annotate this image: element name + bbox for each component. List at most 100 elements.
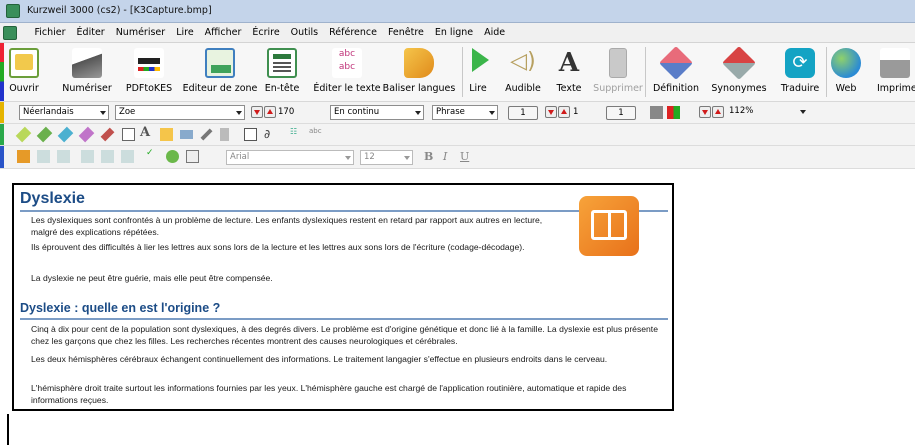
- menu-edit[interactable]: Éditer: [71, 26, 110, 40]
- spellcheck-icon[interactable]: ✓: [146, 148, 159, 161]
- highlighter-yellow-icon[interactable]: [15, 126, 32, 143]
- text-note-icon[interactable]: A: [140, 126, 153, 140]
- font-size-select[interactable]: 12: [360, 150, 413, 165]
- reading-mode-select[interactable]: En continu: [330, 105, 424, 120]
- step-increase[interactable]: [558, 106, 570, 118]
- reading-unit-select[interactable]: Phrase: [432, 105, 498, 120]
- speed-increase[interactable]: [264, 106, 276, 118]
- paragraph-2: Ils éprouvent des difficultés à lier les…: [31, 242, 525, 252]
- open-button[interactable]: Ouvrir: [6, 43, 42, 101]
- highlight-toolbar: A ∂ ☷ abc: [0, 124, 915, 146]
- speed-decrease[interactable]: [251, 106, 263, 118]
- heading-dyslexie: Dyslexie: [20, 190, 85, 207]
- menu-online[interactable]: En ligne: [429, 26, 478, 40]
- highlighter-blue-icon[interactable]: [57, 126, 74, 143]
- toolbar-grip: [0, 146, 4, 168]
- edit-text-icon: abc abc: [332, 48, 362, 78]
- word-prediction-icon[interactable]: [17, 150, 30, 163]
- synonyms-book-icon: [722, 46, 756, 80]
- column-notes-icon[interactable]: ☷: [290, 128, 303, 141]
- read-button[interactable]: Lire: [466, 43, 490, 101]
- word-list-icon[interactable]: [186, 150, 199, 163]
- definition-button[interactable]: Définition: [649, 43, 703, 101]
- bubble-note-icon[interactable]: [180, 130, 193, 139]
- synonyms-button[interactable]: Synonymes: [711, 43, 767, 101]
- link-icon[interactable]: ∂: [264, 128, 277, 141]
- underline-button[interactable]: U: [460, 150, 469, 163]
- window-title: Kurzweil 3000 (cs2) - [K3Capture.bmp]: [27, 5, 212, 16]
- language-select[interactable]: Néerlandais: [19, 105, 109, 120]
- paragraph-1: Les dyslexiques sont confrontés à un pro…: [31, 215, 543, 237]
- page-edge: [7, 414, 9, 445]
- extract-icon[interactable]: abc: [309, 128, 322, 141]
- italic-button[interactable]: I: [443, 150, 447, 163]
- audible-button[interactable]: ◁) Audible: [503, 43, 543, 101]
- menu-view[interactable]: Afficher: [199, 26, 247, 40]
- zone-editor-button[interactable]: Editeur de zone: [183, 43, 257, 101]
- scan-button[interactable]: Numériser: [62, 43, 112, 101]
- menu-window[interactable]: Fenêtre: [382, 26, 429, 40]
- grid-icon[interactable]: [650, 106, 663, 119]
- highlighter-pink-icon[interactable]: [78, 126, 95, 143]
- print-button[interactable]: Imprime: [874, 43, 915, 101]
- header-icon: [267, 48, 297, 78]
- pen-icon[interactable]: [200, 128, 213, 141]
- eraser-icon[interactable]: [100, 127, 115, 142]
- toolbar-grip: [0, 43, 4, 101]
- header-button[interactable]: En-tête: [264, 43, 300, 101]
- app-icon: [6, 4, 20, 18]
- translate-icon: ⟳: [785, 48, 815, 78]
- delete-button: Supprimer: [593, 43, 643, 101]
- toolbar-separator: [462, 47, 463, 97]
- bold-button[interactable]: B: [424, 150, 433, 163]
- zone-editor-icon: [205, 48, 235, 78]
- menu-write[interactable]: Écrire: [247, 26, 285, 40]
- step-decrease[interactable]: [545, 106, 557, 118]
- sticky-note-icon[interactable]: [160, 128, 173, 141]
- notebook-icon[interactable]: [244, 128, 257, 141]
- zoom-select[interactable]: 112%: [726, 105, 808, 120]
- menu-reference[interactable]: Référence: [324, 26, 383, 40]
- open-icon: [9, 48, 39, 78]
- draft-icon: [57, 150, 70, 163]
- menu-read[interactable]: Lire: [171, 26, 199, 40]
- font-select[interactable]: Arial: [226, 150, 354, 165]
- document-page[interactable]: Dyslexie Les dyslexiques sont confrontés…: [12, 183, 674, 411]
- language-tags-button[interactable]: Baliser langues: [383, 43, 455, 101]
- text-button[interactable]: A Texte: [554, 43, 584, 101]
- web-button[interactable]: Web: [831, 43, 861, 101]
- voice-select[interactable]: Zoe: [115, 105, 245, 120]
- list-view-icon: [121, 150, 134, 163]
- paragraph-4: Cinq à dix pour cent de la population so…: [31, 324, 658, 346]
- heading-rule: [20, 318, 668, 320]
- translate-button[interactable]: ⟳ Traduire: [780, 43, 820, 101]
- search-icon[interactable]: [166, 150, 179, 163]
- paragraph-3: La dyslexie ne peut être guérie, mais el…: [31, 273, 273, 283]
- main-toolbar: Ouvrir Numériser PDFtoKES Editeur de zon…: [0, 43, 915, 102]
- reading-toolbar: Néerlandais Zoe 170 En continu Phrase 1 …: [0, 102, 915, 124]
- text-icon: A: [558, 48, 580, 78]
- title-bar: Kurzweil 3000 (cs2) - [K3Capture.bmp]: [0, 0, 915, 23]
- step-value: 1: [573, 107, 579, 117]
- zoom-decrease[interactable]: [699, 106, 711, 118]
- toolbar-separator: [826, 47, 827, 97]
- pdftokes-button[interactable]: PDFtoKES: [124, 43, 174, 101]
- outline-icon: [37, 150, 50, 163]
- menu-help[interactable]: Aide: [479, 26, 511, 40]
- copy-icon[interactable]: [122, 128, 135, 141]
- menu-file[interactable]: Fichier: [29, 26, 71, 40]
- menu-scan[interactable]: Numériser: [110, 26, 170, 40]
- toolbar-grip: [0, 102, 4, 123]
- speaker-icon: ◁): [510, 49, 536, 74]
- play-icon: [471, 48, 489, 72]
- zoom-increase[interactable]: [712, 106, 724, 118]
- notes-view-icon: [81, 150, 94, 163]
- page-value[interactable]: 1: [508, 106, 538, 120]
- heading-rule: [20, 210, 668, 212]
- edit-text-button[interactable]: abc abc Éditer le texte: [313, 43, 381, 101]
- menu-tools[interactable]: Outils: [285, 26, 323, 40]
- color-icon[interactable]: [667, 106, 680, 119]
- step-value-box[interactable]: 1: [606, 106, 636, 120]
- document-icon[interactable]: [3, 26, 17, 40]
- highlighter-green-icon[interactable]: [36, 126, 53, 143]
